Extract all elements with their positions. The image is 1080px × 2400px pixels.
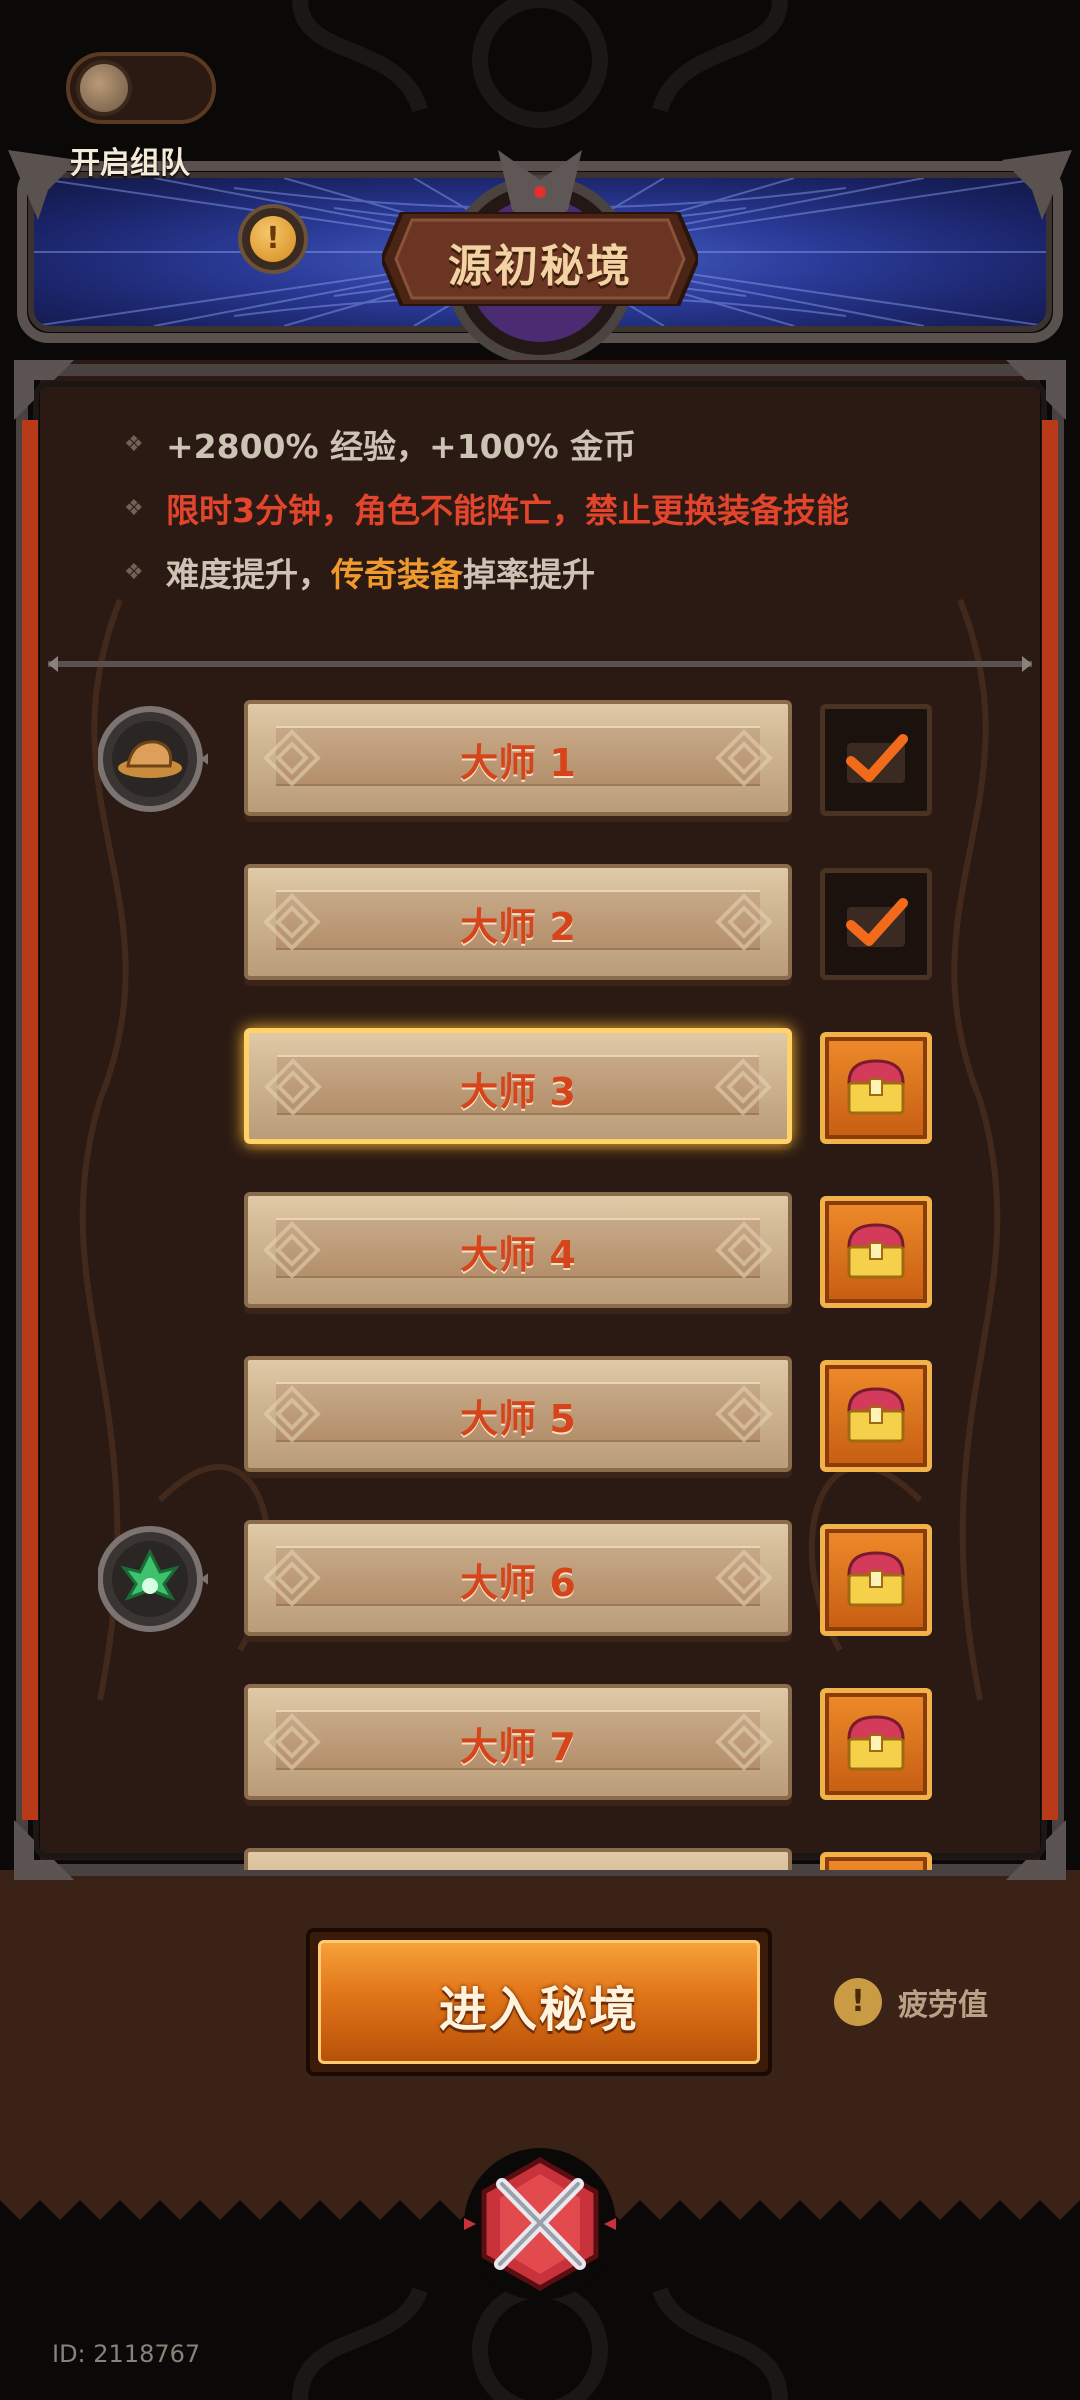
check-icon bbox=[846, 734, 908, 783]
chest-icon bbox=[847, 1551, 905, 1607]
chest-icon bbox=[847, 1387, 905, 1443]
page-title: 源初秘境 bbox=[448, 241, 632, 292]
toggle-knob[interactable] bbox=[76, 60, 132, 116]
check-icon bbox=[846, 898, 908, 947]
level-label: 大师 5 bbox=[460, 1397, 576, 1441]
reward-chest[interactable] bbox=[820, 1196, 932, 1308]
diamond-icon: ❖ bbox=[124, 559, 144, 585]
enter-dungeon-label: 进入秘境 bbox=[438, 1982, 639, 2038]
level-list[interactable]: 大师 1 大师 2 大师 3 大师 4 大师 5 大师 6 大师 7 bbox=[48, 676, 1032, 1870]
level-row: 大师 7 bbox=[48, 1674, 1032, 1804]
dungeon-rules: ❖ +2800% 经验，+100% 金币 ❖ 限时3分钟，角色不能阵亡，禁止更换… bbox=[124, 412, 1024, 604]
level-label: 大师 3 bbox=[460, 1070, 576, 1114]
user-id: ID: 2118767 bbox=[52, 2340, 201, 2368]
reward-chest[interactable] bbox=[820, 1524, 932, 1636]
level-label: 大师 1 bbox=[460, 741, 576, 785]
rule-item: ❖ 限时3分钟，角色不能阵亡，禁止更换装备技能 bbox=[124, 491, 849, 530]
level-row: 大师 4 bbox=[48, 1182, 1032, 1312]
level-button-7[interactable]: 大师 7 bbox=[244, 1684, 792, 1800]
reward-chest[interactable] bbox=[820, 1360, 932, 1472]
diamond-icon: ❖ bbox=[124, 495, 144, 521]
exclamation-icon: ! bbox=[834, 1978, 882, 2026]
level-row bbox=[48, 1838, 1032, 1870]
level-label: 大师 4 bbox=[460, 1233, 576, 1277]
rule-item: ❖ +2800% 经验，+100% 金币 bbox=[124, 427, 637, 466]
crossed-swords-icon[interactable] bbox=[456, 2140, 624, 2300]
level-button-1[interactable]: 大师 1 bbox=[244, 700, 792, 816]
rule-item: ❖ 难度提升， 传奇装备 掉率提升 bbox=[124, 555, 595, 594]
level-label: 大师 6 bbox=[460, 1561, 576, 1605]
chest-icon bbox=[847, 1059, 905, 1115]
level-row: 大师 2 bbox=[48, 854, 1032, 984]
divider bbox=[48, 656, 1032, 672]
level-button-5[interactable]: 大师 5 bbox=[244, 1356, 792, 1472]
reward-chest-claimed[interactable] bbox=[820, 868, 932, 980]
enter-dungeon-button[interactable]: 进入秘境 bbox=[306, 1928, 772, 2076]
level-button-3[interactable]: 大师 3 bbox=[244, 1028, 792, 1144]
fatigue-label: 疲劳值 bbox=[898, 1988, 988, 2023]
level-button-4[interactable]: 大师 4 bbox=[244, 1192, 792, 1308]
chest-icon bbox=[847, 1715, 905, 1771]
reward-chest[interactable] bbox=[820, 1032, 932, 1144]
reward-chest[interactable] bbox=[820, 1688, 932, 1800]
hat-icon bbox=[98, 706, 208, 812]
level-row: 大师 1 bbox=[48, 690, 1032, 820]
diamond-icon: ❖ bbox=[124, 431, 144, 457]
reward-chest-claimed[interactable] bbox=[820, 704, 932, 816]
level-row: 大师 6 bbox=[48, 1510, 1032, 1640]
level-label: 大师 7 bbox=[460, 1725, 576, 1769]
level-label: 大师 2 bbox=[460, 905, 576, 949]
level-button-2[interactable]: 大师 2 bbox=[244, 864, 792, 980]
level-button-8[interactable] bbox=[244, 1848, 792, 1870]
team-toggle-label: 开启组队 bbox=[70, 146, 190, 181]
level-row: 大师 3 bbox=[48, 1018, 1032, 1148]
info-button[interactable]: ! bbox=[238, 204, 308, 274]
chest-icon bbox=[847, 1223, 905, 1279]
exclamation-icon: ! bbox=[250, 216, 296, 262]
team-toggle[interactable] bbox=[66, 52, 216, 124]
leaf-icon bbox=[98, 1526, 208, 1632]
fatigue-info[interactable]: ! 疲劳值 bbox=[834, 1976, 988, 2028]
reward-chest[interactable] bbox=[820, 1852, 932, 1870]
level-button-6[interactable]: 大师 6 bbox=[244, 1520, 792, 1636]
level-row: 大师 5 bbox=[48, 1346, 1032, 1476]
